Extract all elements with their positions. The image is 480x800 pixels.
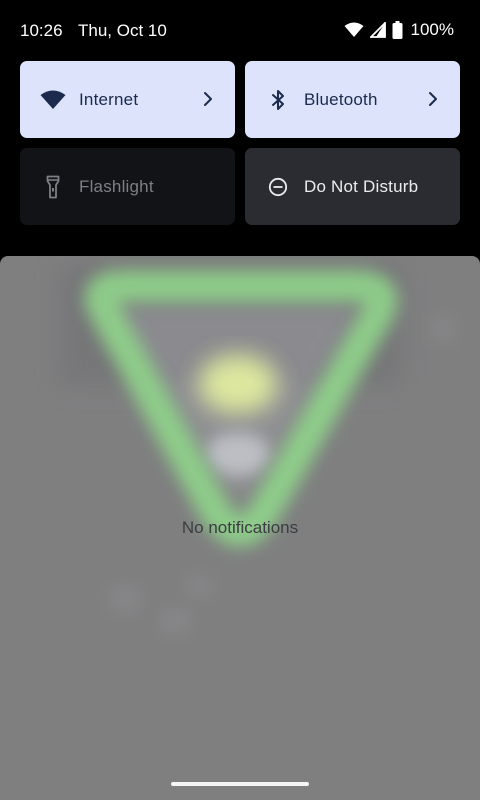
battery-percent: 100% (410, 20, 454, 39)
do-not-disturb-icon (265, 175, 291, 199)
tile-flashlight-label: Flashlight (79, 177, 154, 196)
status-icons: 100% (344, 20, 454, 40)
wifi-icon (344, 22, 364, 38)
notification-shade[interactable]: No notifications (0, 256, 480, 800)
status-date: Thu, Oct 10 (78, 21, 167, 40)
cell-signal-icon (369, 22, 386, 38)
chevron-right-icon[interactable] (201, 90, 215, 108)
tile-do-not-disturb[interactable]: Do Not Disturb (245, 148, 460, 225)
flashlight-icon (40, 175, 66, 199)
no-notifications-text: No notifications (181, 518, 299, 537)
tile-internet[interactable]: Internet (20, 61, 235, 138)
battery-icon (392, 21, 403, 39)
tile-bluetooth-label: Bluetooth (304, 90, 378, 109)
tile-internet-label: Internet (79, 90, 139, 109)
chevron-right-icon[interactable] (426, 90, 440, 108)
status-bar: 10:26 Thu, Oct 10 100% (0, 0, 480, 60)
status-time: 10:26 (20, 21, 63, 40)
bluetooth-icon (265, 88, 291, 112)
quick-settings-screen: 10:26 Thu, Oct 10 100% Internet Bluetoot… (0, 0, 480, 800)
wifi-icon (40, 88, 66, 112)
tile-flashlight[interactable]: Flashlight (20, 148, 235, 225)
tile-do-not-disturb-label: Do Not Disturb (304, 177, 419, 196)
gesture-nav-handle[interactable] (171, 782, 309, 786)
tile-bluetooth[interactable]: Bluetooth (245, 61, 460, 138)
